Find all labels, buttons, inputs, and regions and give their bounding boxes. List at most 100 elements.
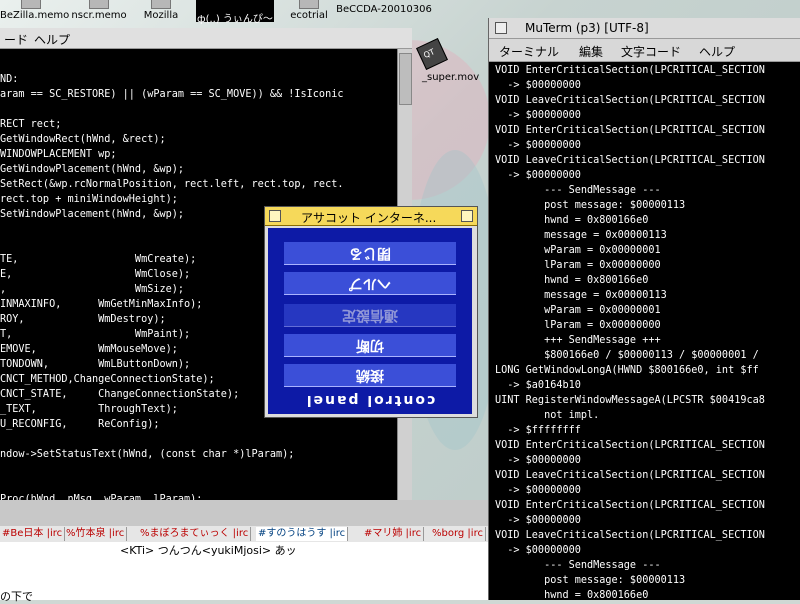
text-line: --- SendMessage ---: [495, 560, 661, 571]
text-line: VOID LeaveCriticalSection(LPCRITICAL_SEC…: [495, 155, 765, 166]
irc-tab[interactable]: %竹本泉 |irc: [64, 527, 128, 541]
zoom-box-icon[interactable]: [461, 210, 473, 222]
text-line: Proc(hWnd, nMsg, wParam, lParam);: [0, 494, 203, 500]
text-line: ndow->SetStatusText(hWnd, (const char *)…: [0, 449, 295, 460]
terminal-output[interactable]: VOID EnterCriticalSection(LPCRITICAL_SEC…: [489, 63, 800, 600]
text-line: SetWindowPlacement(hWnd, &wp);: [0, 209, 185, 220]
menu-item-edit[interactable]: 編集: [579, 43, 603, 60]
text-line: -> $00000000: [495, 455, 581, 466]
desktop-icon-bezilla-memo[interactable]: BeZilla.memo: [0, 0, 69, 22]
desktop-icon-nscr-memo[interactable]: nscr.memo: [68, 0, 130, 22]
irc-toolbar: [0, 500, 490, 527]
text-line: hwnd = 0x800166e0: [495, 215, 649, 226]
text-line: INMAXINFO, WmGetMinMaxInfo);: [0, 299, 203, 310]
text-line: +++ SendMessage +++: [495, 335, 661, 346]
desktop-icon-qt-movie[interactable]: _super.mov: [414, 38, 479, 86]
text-line: CNCT_STATE, ChangeConnectionState);: [0, 389, 240, 400]
scrollbar-thumb[interactable]: [399, 53, 412, 105]
text-line: -> $00000000: [495, 485, 581, 496]
text-line: -> $00000000: [495, 80, 581, 91]
disconnect-button[interactable]: 切断: [284, 334, 456, 357]
menu-item-encoding[interactable]: 文字コード: [621, 43, 681, 60]
text-line: rect.top + miniWindowHeight);: [0, 194, 178, 205]
desktop-icon-label: nscr.memo: [71, 10, 127, 21]
text-line: ND:: [0, 74, 19, 85]
text-line: UINT RegisterWindowMessageA(LPCSTR $0041…: [495, 395, 765, 406]
text-line: SetRect(&wp.rcNormalPosition, rect.left,…: [0, 179, 344, 190]
text-line: GetWindowRect(hWnd, &rect);: [0, 134, 166, 145]
text-line: LONG GetWindowLongA(HWND $800166e0, int …: [495, 365, 759, 376]
text-line: message = 0x00000113: [495, 290, 667, 301]
text-line: -> $00000000: [495, 110, 581, 121]
close-box-icon[interactable]: [269, 210, 281, 222]
text-line: -> $00000000: [495, 140, 581, 151]
desktop-icon-label: ecotrial: [290, 10, 328, 21]
irc-input-text[interactable]: の下で: [0, 588, 33, 604]
text-line: not impl.: [495, 410, 600, 421]
text-line: --- SendMessage ---: [495, 185, 661, 196]
text-line: TE, WmCreate);: [0, 254, 197, 265]
text-line: post message: $00000113: [495, 200, 686, 211]
text-line: wParam = 0x00000001: [495, 245, 661, 256]
text-line: E, WmClose);: [0, 269, 191, 280]
text-line: VOID EnterCriticalSection(LPCRITICAL_SEC…: [495, 65, 765, 76]
close-button[interactable]: 閉じる: [284, 242, 456, 265]
text-line: lParam = 0x00000000: [495, 260, 661, 271]
text-line: _TEXT, ThroughText);: [0, 404, 178, 415]
irc-message: <KTi> つんつん<yukiMjosi> あッ: [120, 544, 297, 557]
text-line: RECT rect;: [0, 119, 62, 130]
text-line: ROY, WmDestroy);: [0, 314, 166, 325]
close-box-icon[interactable]: [495, 22, 507, 34]
desktop-icon-beccda[interactable]: BeCCDA-20010306: [336, 4, 432, 26]
text-line: GetWindowPlacement(hWnd, &wp);: [0, 164, 185, 175]
text-line: -> $00000000: [495, 170, 581, 181]
text-line: VOID LeaveCriticalSection(LPCRITICAL_SEC…: [495, 95, 765, 106]
text-line: VOID LeaveCriticalSection(LPCRITICAL_SEC…: [495, 470, 765, 481]
muterm-titlebar[interactable]: MuTerm (p3) [UTF-8]: [489, 18, 800, 39]
text-line: -> $00000000: [495, 515, 581, 526]
desktop-icon-mozilla[interactable]: Mozilla: [136, 0, 186, 22]
desktop-icon-label: BeZilla.memo: [0, 10, 70, 21]
help-button[interactable]: ヘルプ: [284, 272, 456, 295]
quicktime-icon: [416, 38, 448, 70]
text-line: VOID EnterCriticalSection(LPCRITICAL_SEC…: [495, 125, 765, 136]
window-title: アサコット インターネ...: [301, 211, 437, 225]
text-line: -> $00000000: [495, 545, 581, 556]
menu-item-help[interactable]: ヘルプ: [34, 31, 70, 48]
desktop-icon-label: _super.mov: [422, 72, 480, 83]
text-line: aram == SC_RESTORE) || (wParam == SC_MOV…: [0, 89, 344, 100]
text-line: CNCT_METHOD,ChangeConnectionState);: [0, 374, 215, 385]
menu-item-help[interactable]: ヘルプ: [699, 43, 735, 60]
menu-item-code[interactable]: ード: [4, 31, 28, 48]
ascot-panel: 閉じる ヘルプ 通信設定 切断 接続 control panel: [268, 228, 472, 414]
irc-tab[interactable]: %borg |irc: [430, 527, 486, 541]
text-line: lParam = 0x00000000: [495, 320, 661, 331]
irc-tab[interactable]: #すのうはうす |irc: [256, 527, 349, 541]
network-settings-button[interactable]: 通信設定: [284, 304, 456, 327]
text-line: VOID EnterCriticalSection(LPCRITICAL_SEC…: [495, 500, 765, 511]
menu-item-terminal[interactable]: ターミナル: [499, 43, 559, 60]
muterm-menubar: ターミナル 編集 文字コード ヘルプ: [489, 39, 800, 62]
ascot-titlebar[interactable]: アサコット インターネ...: [265, 207, 477, 226]
text-line: TONDOWN, WmLButtonDown);: [0, 359, 191, 370]
text-line: , WmSize);: [0, 284, 185, 295]
irc-tab[interactable]: %まぼろまてぃっく |irc: [138, 527, 252, 541]
text-line: hwnd = 0x800166e0: [495, 275, 649, 286]
text-line: wParam = 0x00000001: [495, 305, 661, 316]
text-line: -> $ffffffff: [495, 425, 581, 436]
text-line: -> $a0164b10: [495, 380, 581, 391]
text-line: post message: $00000113: [495, 575, 686, 586]
irc-channel-tabs: #Be日本 |irc %竹本泉 |irc %まぼろまてぃっく |irc #すのうはうす…: [0, 526, 490, 542]
desktop-icon-label: BeCCDA-20010306: [336, 4, 432, 15]
irc-tab[interactable]: #Be日本 |irc: [0, 527, 66, 541]
irc-tab[interactable]: #マリ姉 |irc: [362, 527, 425, 541]
text-line: VOID LeaveCriticalSection(LPCRITICAL_SEC…: [495, 530, 765, 541]
text-line: U_RECONFIG, ReConfig);: [0, 419, 160, 430]
text-line: hwnd = 0x800166e0: [495, 590, 649, 600]
desktop-icon-winpi[interactable]: ф(..) うぃんぴ～: [196, 0, 274, 25]
connect-button[interactable]: 接続: [284, 364, 456, 387]
desktop-icon-ecotrial[interactable]: ecotrial: [284, 0, 334, 22]
editor-menubar: ード ヘルプ: [0, 28, 412, 49]
text-line: T, WmPaint);: [0, 329, 191, 340]
muterm-window: MuTerm (p3) [UTF-8] ターミナル 編集 文字コード ヘルプ V…: [488, 18, 800, 600]
